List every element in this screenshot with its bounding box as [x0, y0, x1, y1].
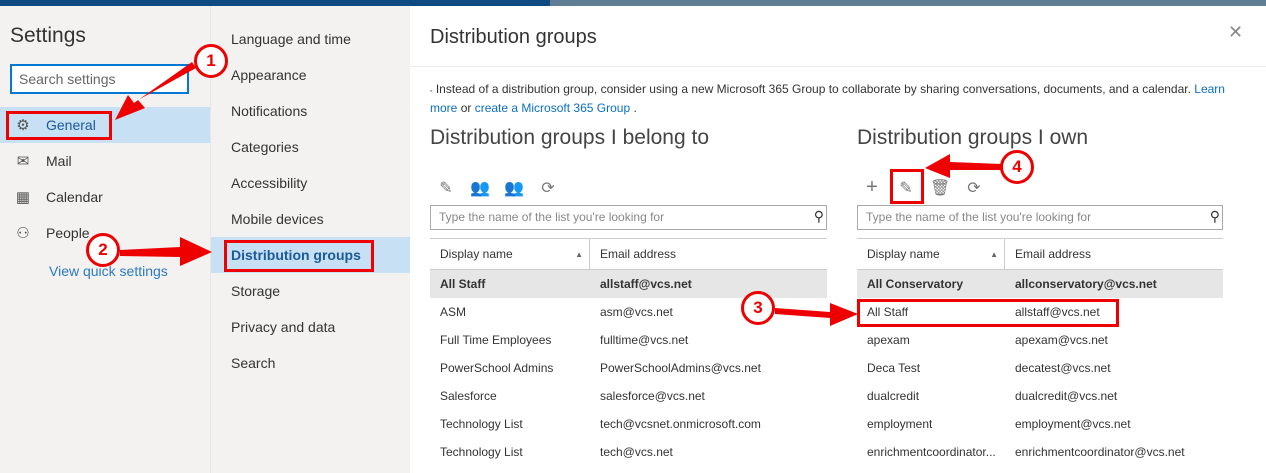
- table-row[interactable]: Technology List tech@vcs.net: [430, 438, 827, 466]
- placeholder: Type the name of the list you're looking…: [866, 210, 1092, 224]
- nav-label: People: [46, 225, 90, 241]
- info-text: ▪ Instead of a distribution group, consi…: [430, 82, 1225, 115]
- table-row[interactable]: PowerSchool Admins PowerSchoolAdmins@vcs.…: [430, 354, 827, 382]
- cell-email: salesforce@vcs.net: [600, 389, 705, 403]
- table-row[interactable]: dualcredit dualcredit@vcs.net: [857, 382, 1223, 410]
- cell-display-name: employment: [867, 417, 933, 431]
- cell-display-name: Deca Test: [867, 361, 921, 375]
- refresh-icon[interactable]: ⟳: [964, 178, 984, 198]
- close-icon[interactable]: ✕: [1228, 22, 1243, 43]
- or-text: or: [460, 101, 472, 115]
- add-icon[interactable]: +: [862, 177, 882, 198]
- calendar-icon: ▦: [15, 189, 31, 206]
- table-row[interactable]: employment employment@vcs.net: [857, 410, 1223, 438]
- divider: [410, 66, 1266, 67]
- belong-title: Distribution groups I belong to: [430, 126, 709, 149]
- cell-display-name: Salesforce: [440, 389, 497, 403]
- cell-display-name: dualcredit: [867, 389, 920, 403]
- subnav-item[interactable]: Privacy and data: [211, 309, 410, 345]
- cell-display-name: Technology List: [440, 417, 523, 431]
- belong-search-input[interactable]: Type the name of the list you're looking…: [430, 205, 827, 230]
- annotation-number: 3: [741, 291, 775, 325]
- search-settings-input[interactable]: Search settings: [10, 64, 189, 94]
- subnav-item[interactable]: Mobile devices: [211, 201, 410, 237]
- subnav-item[interactable]: Language and time: [211, 21, 410, 57]
- cell-email: allconservatory@vcs.net: [1015, 277, 1157, 291]
- annotation-box: [890, 169, 924, 204]
- cell-email: apexam@vcs.net: [1015, 333, 1108, 347]
- leave-group-icon[interactable]: 👥: [504, 178, 524, 198]
- col-email[interactable]: Email address: [590, 239, 676, 269]
- people-icon: ⚇: [16, 225, 30, 242]
- cell-display-name: PowerSchool Admins: [440, 361, 554, 375]
- annotation-number: 1: [194, 44, 228, 78]
- cell-email: decatest@vcs.net: [1015, 361, 1111, 375]
- sort-asc-icon: ▲: [575, 249, 583, 259]
- table-row[interactable]: Salesforce salesforce@vcs.net: [430, 382, 827, 410]
- cell-display-name: enrichmentcoordinator...: [867, 445, 996, 459]
- period: .: [633, 101, 637, 115]
- cell-display-name: All Staff: [440, 277, 486, 291]
- header-label: Display name: [440, 247, 513, 261]
- sort-asc-icon: ▲: [990, 249, 998, 259]
- search-icon[interactable]: ⚲: [1210, 208, 1220, 225]
- nav-label: Mail: [46, 153, 72, 169]
- cell-display-name: All Conservatory: [867, 277, 964, 291]
- placeholder: Type the name of the list you're looking…: [439, 210, 665, 224]
- cell-display-name: Technology List: [440, 445, 523, 459]
- table-row[interactable]: apexam apexam@vcs.net: [857, 326, 1223, 354]
- create-group-link[interactable]: create a Microsoft 365 Group: [475, 101, 630, 115]
- cell-email: tech@vcs.net: [600, 445, 673, 459]
- cell-email: enrichmentcoordinator@vcs.net: [1015, 445, 1185, 459]
- col-display-name[interactable]: Display name ▲: [857, 239, 1005, 269]
- join-group-icon[interactable]: 👥: [470, 178, 490, 198]
- annotation-number: 2: [86, 233, 120, 267]
- header-label: Display name: [867, 247, 940, 261]
- own-search-input[interactable]: Type the name of the list you're looking…: [857, 205, 1223, 230]
- nav-mail[interactable]: ✉ Mail: [0, 143, 210, 179]
- own-title: Distribution groups I own: [857, 126, 1089, 149]
- cell-display-name: apexam: [867, 333, 910, 347]
- table-row[interactable]: Full Time Employees fulltime@vcs.net: [430, 326, 827, 354]
- annotation-box: [224, 240, 374, 272]
- mail-icon: ✉: [16, 153, 30, 170]
- table-row[interactable]: enrichmentcoordinator... enrichmentcoordi…: [857, 438, 1223, 466]
- subnav-item[interactable]: Notifications: [211, 93, 410, 129]
- cell-email: asm@vcs.net: [600, 305, 673, 319]
- cell-email: employment@vcs.net: [1015, 417, 1131, 431]
- annotation-box: [857, 299, 1119, 327]
- refresh-icon[interactable]: ⟳: [538, 178, 558, 198]
- belong-table: Display name ▲ Email address All Staff alls…: [430, 238, 827, 466]
- search-icon[interactable]: ⚲: [814, 208, 824, 225]
- annotation-number: 4: [1000, 150, 1034, 184]
- table-row[interactable]: Technology List tech@vcsnet.onmicrosoft.c…: [430, 410, 827, 438]
- cell-email: PowerSchoolAdmins@vcs.net: [600, 361, 761, 375]
- cell-display-name: Full Time Employees: [440, 333, 552, 347]
- cell-email: allstaff@vcs.net: [600, 277, 692, 291]
- subnav-item[interactable]: Search: [211, 345, 410, 381]
- table-row[interactable]: Deca Test decatest@vcs.net: [857, 354, 1223, 382]
- belong-toolbar: ✎ 👥 👥 ⟳: [436, 178, 558, 198]
- cell-email: fulltime@vcs.net: [600, 333, 689, 347]
- settings-title: Settings: [10, 24, 86, 47]
- nav-calendar[interactable]: ▦ Calendar: [0, 179, 210, 215]
- own-table: Display name ▲ Email address All Conservat…: [857, 238, 1223, 466]
- cell-email: tech@vcsnet.onmicrosoft.com: [600, 417, 761, 431]
- nav-label: Calendar: [46, 189, 103, 205]
- edit-icon[interactable]: ✎: [436, 178, 456, 198]
- col-email[interactable]: Email address: [1005, 239, 1091, 269]
- subnav-item[interactable]: Categories: [211, 129, 410, 165]
- cell-display-name: ASM: [440, 305, 467, 319]
- page-title: Distribution groups: [430, 26, 597, 48]
- table-row[interactable]: All Conservatory allconservatory@vcs.net: [857, 270, 1223, 298]
- subnav-item[interactable]: Accessibility: [211, 165, 410, 201]
- subnav-item[interactable]: Appearance: [211, 57, 410, 93]
- delete-icon[interactable]: 🗑: [930, 178, 950, 198]
- info-message: Instead of a distribution group, conside…: [435, 82, 1191, 96]
- col-display-name[interactable]: Display name ▲: [430, 239, 590, 269]
- annotation-box: [6, 111, 112, 140]
- subnav-item[interactable]: Storage: [211, 273, 410, 309]
- cell-email: dualcredit@vcs.net: [1015, 389, 1118, 403]
